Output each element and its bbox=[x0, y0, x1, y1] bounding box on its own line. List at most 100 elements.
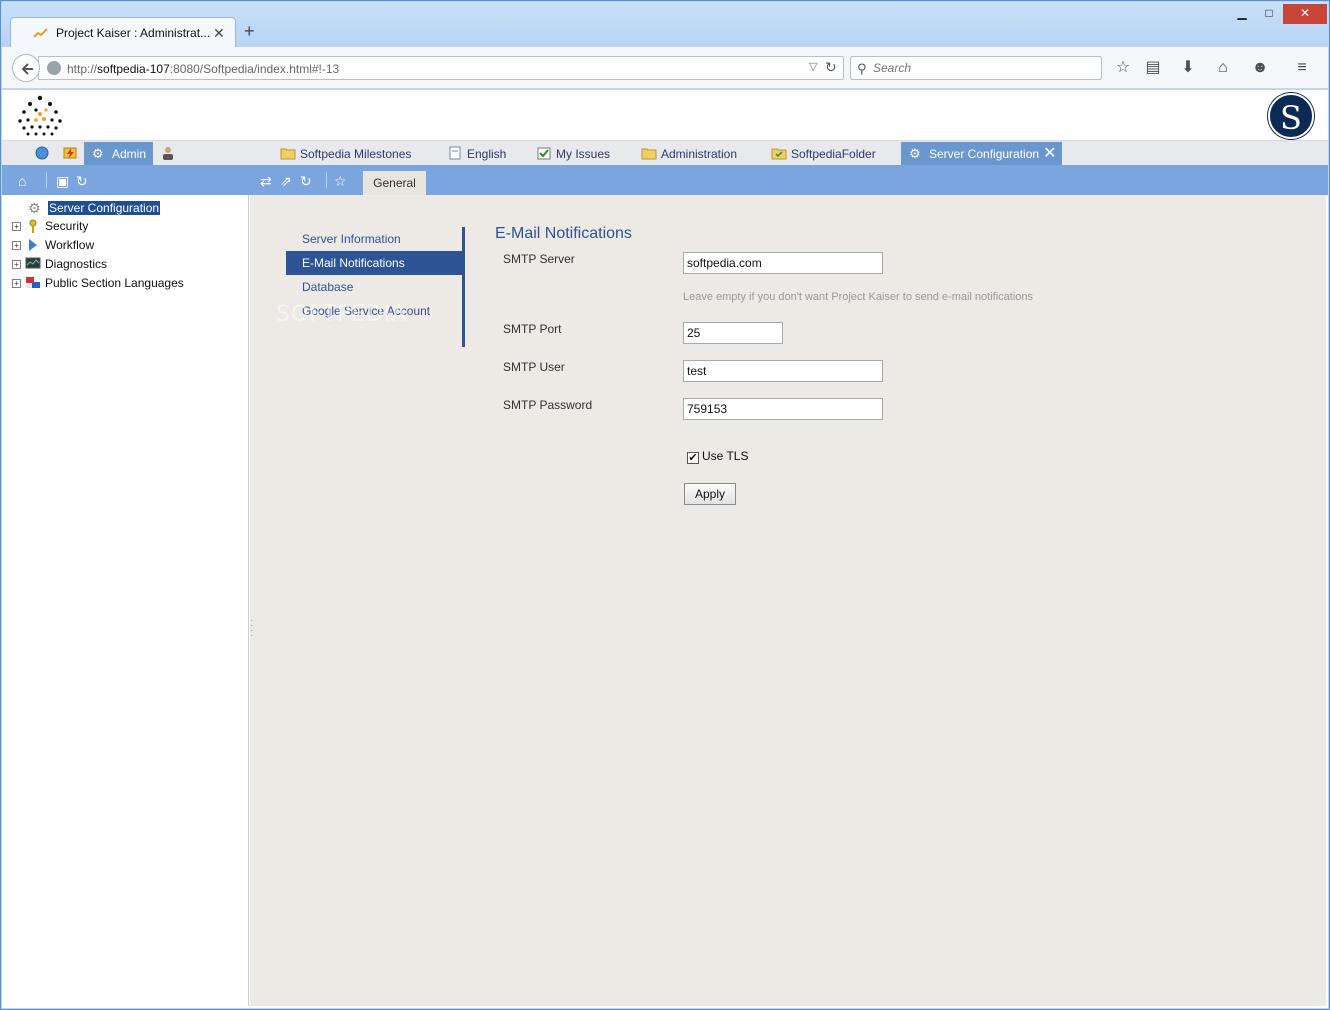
menu-icon[interactable]: ≡ bbox=[1292, 58, 1312, 78]
tab-softpedia-milestones[interactable]: Softpedia Milestones bbox=[280, 142, 411, 166]
address-bar[interactable]: http://softpedia-107:8080/Softpedia/inde… bbox=[38, 56, 844, 80]
collapse-icon[interactable]: ▣ bbox=[56, 173, 69, 190]
lightning-app-icon[interactable] bbox=[62, 142, 82, 166]
tree-item-label: Workflow bbox=[45, 238, 95, 252]
new-tab-button[interactable]: + bbox=[244, 21, 255, 42]
softpedia-logo: S bbox=[1268, 93, 1314, 139]
search-input[interactable] bbox=[873, 59, 1093, 77]
refresh-icon[interactable]: ↻ bbox=[300, 173, 312, 190]
splitter-handle[interactable]: · · · · bbox=[250, 616, 253, 641]
gear-icon: ⚙ bbox=[909, 146, 921, 161]
toolbar: ⌂ ▣ ↻ ⇄ ⇗ ↻ ☆ General bbox=[2, 165, 1328, 195]
reading-list-icon[interactable]: ▤ bbox=[1143, 58, 1163, 78]
user-app-icon[interactable] bbox=[160, 142, 180, 166]
use-tls-checkbox[interactable]: ✔ Use TLS bbox=[687, 449, 748, 464]
flags-icon bbox=[26, 277, 40, 288]
tab-administration[interactable]: Administration bbox=[641, 142, 737, 166]
settings-nav-email-notifications[interactable]: E-Mail Notifications bbox=[286, 251, 462, 275]
tree-item-workflow[interactable]: + Workflow bbox=[12, 238, 94, 256]
expand-icon[interactable]: + bbox=[12, 222, 21, 231]
expand-icon[interactable]: + bbox=[12, 241, 21, 250]
document-icon bbox=[449, 146, 461, 160]
open-external-icon[interactable]: ⇗ bbox=[280, 173, 292, 190]
close-tab-icon[interactable]: ✕ bbox=[213, 25, 225, 42]
search-icon: ⚲ bbox=[857, 61, 867, 76]
globe-app-icon[interactable] bbox=[34, 142, 54, 166]
chart-favicon-icon bbox=[33, 28, 48, 38]
tab-server-configuration[interactable]: ⚙ Server Configuration ✕ bbox=[901, 142, 1063, 166]
smtp-user-input[interactable] bbox=[683, 360, 883, 382]
title-bar: Project Kaiser : Administrat... ✕ + ▁ □ … bbox=[2, 2, 1328, 47]
tree-item-label: Security bbox=[45, 219, 89, 233]
tree-item-label: Diagnostics bbox=[45, 257, 108, 271]
app-tab-row: ⚙ Admin Softpedia Milestones English My I… bbox=[2, 140, 1328, 166]
smtp-password-input[interactable] bbox=[683, 398, 883, 420]
expand-icon[interactable]: + bbox=[12, 279, 21, 288]
settings-nav: Server Information E-Mail Notifications … bbox=[286, 227, 465, 347]
smiley-icon[interactable]: ☻ bbox=[1250, 58, 1270, 78]
folder-icon bbox=[641, 148, 657, 160]
tree-item-label: Server Configuration bbox=[48, 201, 161, 215]
tree-item-label: Public Section Languages bbox=[45, 276, 184, 290]
search-box[interactable]: ⚲ bbox=[850, 56, 1102, 80]
checklist-icon bbox=[537, 147, 551, 160]
tree-item-server-configuration[interactable]: ⚙ Server Configuration bbox=[28, 200, 161, 218]
gear-icon: ⚙ bbox=[28, 200, 41, 216]
url-dropdown-icon[interactable]: ▽ bbox=[809, 60, 817, 73]
smtp-password-label: SMTP Password bbox=[503, 398, 593, 412]
bookmark-star-icon[interactable]: ☆ bbox=[1113, 58, 1133, 78]
browser-window: Project Kaiser : Administrat... ✕ + ▁ □ … bbox=[0, 0, 1330, 1010]
tree-item-public-section-languages[interactable]: + Public Section Languages bbox=[12, 276, 184, 294]
browser-tab-title: Project Kaiser : Administrat... bbox=[56, 26, 211, 40]
tab-general[interactable]: General bbox=[363, 171, 426, 195]
navigation-tree: ⚙ Server Configuration + Security + Workflo… bbox=[2, 195, 249, 1006]
tab-softpedia-folder[interactable]: SoftpediaFolder bbox=[771, 142, 876, 166]
tab-my-issues[interactable]: My Issues bbox=[536, 142, 610, 166]
maximize-button[interactable]: □ bbox=[1255, 4, 1283, 24]
minimize-button[interactable]: ▁ bbox=[1228, 4, 1256, 24]
smtp-server-input[interactable] bbox=[683, 252, 883, 274]
tab-admin[interactable]: ⚙ Admin bbox=[84, 142, 154, 166]
watermark: SOFTPEDIA bbox=[276, 302, 408, 327]
form-title: E-Mail Notifications bbox=[495, 225, 632, 242]
checked-folder-icon bbox=[771, 148, 787, 160]
swap-icon[interactable]: ⇄ bbox=[260, 173, 272, 190]
reload-icon[interactable]: ↻ bbox=[825, 59, 837, 76]
close-tab-icon[interactable]: ✕ bbox=[1043, 145, 1056, 162]
smtp-port-input[interactable] bbox=[683, 322, 783, 344]
content-panel: Server Information E-Mail Notifications … bbox=[250, 195, 1326, 1006]
smtp-server-hint: Leave empty if you don't want Project Ka… bbox=[683, 291, 1034, 303]
browser-tab[interactable]: Project Kaiser : Administrat... ✕ bbox=[10, 17, 236, 47]
monitor-icon bbox=[25, 257, 41, 269]
tab-english[interactable]: English bbox=[447, 142, 506, 166]
toolbar-divider bbox=[46, 172, 47, 188]
favorite-star-icon[interactable]: ☆ bbox=[334, 173, 347, 190]
tree-item-diagnostics[interactable]: + Diagnostics bbox=[12, 257, 107, 275]
smtp-user-label: SMTP User bbox=[503, 360, 565, 374]
checkmark-icon[interactable]: ✔ bbox=[687, 452, 699, 464]
gear-icon: ⚙ bbox=[92, 146, 104, 161]
back-arrow-icon bbox=[21, 63, 33, 75]
tree-item-security[interactable]: + Security bbox=[12, 219, 88, 237]
folder-icon bbox=[280, 148, 296, 160]
settings-nav-database[interactable]: Database bbox=[286, 275, 462, 299]
window-close-button[interactable]: ✕ bbox=[1283, 4, 1327, 24]
apply-button[interactable]: Apply bbox=[684, 483, 736, 505]
app-area: S ⚙ Admin Softpedia Milestones English My… bbox=[2, 90, 1328, 1008]
back-button[interactable] bbox=[12, 54, 40, 82]
refresh-icon[interactable]: ↻ bbox=[76, 173, 88, 190]
toolbar-divider bbox=[326, 172, 327, 188]
key-icon bbox=[29, 219, 37, 233]
project-kaiser-logo bbox=[18, 95, 62, 136]
home-icon[interactable]: ⌂ bbox=[18, 173, 26, 189]
url-text: http://softpedia-107:8080/Softpedia/inde… bbox=[67, 62, 340, 76]
expand-icon[interactable]: + bbox=[12, 260, 21, 269]
home-icon[interactable]: ⌂ bbox=[1213, 58, 1233, 78]
play-icon bbox=[29, 239, 37, 251]
globe-icon bbox=[47, 61, 61, 75]
use-tls-label: Use TLS bbox=[702, 449, 749, 463]
smtp-server-label: SMTP Server bbox=[503, 252, 575, 266]
settings-nav-server-information[interactable]: Server Information bbox=[286, 227, 462, 251]
navigation-bar: http://softpedia-107:8080/Softpedia/inde… bbox=[2, 47, 1328, 89]
downloads-icon[interactable]: ⬇ bbox=[1178, 58, 1198, 78]
